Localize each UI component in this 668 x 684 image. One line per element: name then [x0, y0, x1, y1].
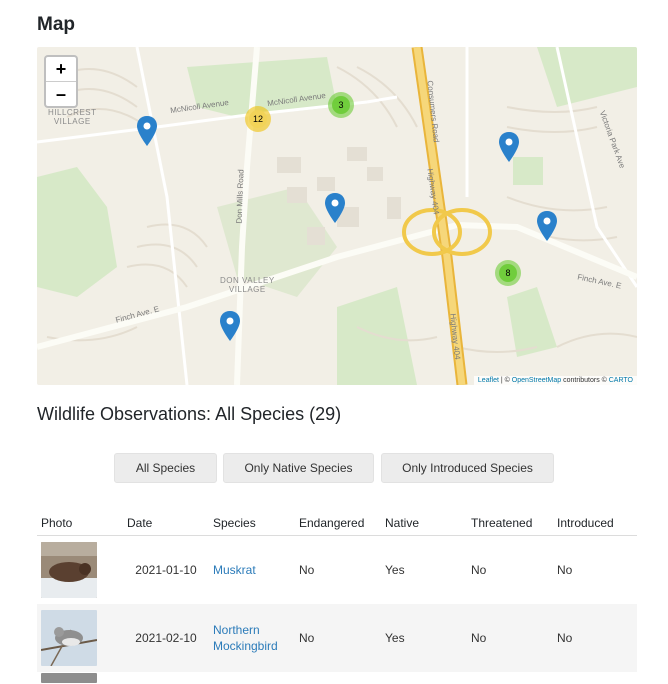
- column-header-endangered[interactable]: Endangered: [295, 511, 381, 536]
- map-attribution: Leaflet | © OpenStreetMap contributors ©…: [473, 376, 637, 385]
- photo-cell: [37, 604, 123, 672]
- native-cell: Yes: [381, 604, 467, 672]
- column-header-native[interactable]: Native: [381, 511, 467, 536]
- table-header-row: Photo Date Species Endangered Native Thr…: [37, 511, 637, 536]
- carto-link[interactable]: CARTO: [609, 377, 633, 384]
- zoom-out-button[interactable]: –: [46, 81, 76, 106]
- map-pin-icon[interactable]: [220, 311, 240, 341]
- table-row[interactable]: 2021-01-10 Muskrat No Yes No No: [37, 536, 637, 605]
- endangered-cell: No: [295, 604, 381, 672]
- all-species-button[interactable]: All Species: [114, 453, 217, 483]
- species-link[interactable]: Northern Mockingbird: [213, 623, 278, 653]
- map-container[interactable]: + – HILLCREST VILLAGE DON VALLEY VILLAGE…: [37, 47, 637, 385]
- map-pin-icon[interactable]: [137, 116, 157, 146]
- column-header-species[interactable]: Species: [209, 511, 295, 536]
- column-header-introduced[interactable]: Introduced: [553, 511, 637, 536]
- map-pin-icon[interactable]: [325, 193, 345, 223]
- mockingbird-photo[interactable]: [41, 610, 97, 666]
- place-label-hillcrest-village: HILLCREST VILLAGE: [48, 108, 97, 126]
- map-heading: Map: [37, 14, 75, 35]
- table-row[interactable]: 2021-02-10 Northern Mockingbird No Yes N…: [37, 604, 637, 672]
- column-header-date[interactable]: Date: [123, 511, 209, 536]
- species-link[interactable]: Muskrat: [213, 563, 256, 577]
- only-native-species-button[interactable]: Only Native Species: [223, 453, 374, 483]
- attribution-text: | ©: [498, 377, 512, 384]
- zoom-control: + –: [44, 55, 78, 108]
- threatened-cell: No: [471, 563, 487, 577]
- table-row[interactable]: [37, 672, 637, 684]
- endangered-cell: No: [299, 563, 315, 577]
- column-header-photo[interactable]: Photo: [37, 511, 123, 536]
- species-cell: Muskrat: [209, 536, 295, 605]
- date-cell: 2021-01-10: [135, 563, 197, 577]
- cluster-count: 8: [499, 264, 517, 282]
- muskrat-photo[interactable]: [41, 542, 97, 598]
- attribution-text: contributors ©: [561, 377, 609, 384]
- threatened-cell: No: [467, 604, 553, 672]
- street-label: Don Mills Road: [234, 169, 246, 224]
- map-pin-icon[interactable]: [537, 211, 557, 241]
- marker-cluster[interactable]: 8: [495, 260, 521, 286]
- cluster-count: 3: [332, 96, 350, 114]
- photo-cell: [37, 672, 123, 684]
- marker-cluster[interactable]: 12: [245, 106, 271, 132]
- native-cell: Yes: [385, 563, 405, 577]
- map-pin-icon[interactable]: [499, 132, 519, 162]
- only-introduced-species-button[interactable]: Only Introduced Species: [381, 453, 554, 483]
- column-header-threatened[interactable]: Threatened: [467, 511, 553, 536]
- openstreetmap-link[interactable]: OpenStreetMap: [512, 377, 561, 384]
- marker-cluster[interactable]: 3: [328, 92, 354, 118]
- introduced-cell: No: [553, 604, 637, 672]
- observations-heading: Wildlife Observations: All Species (29): [37, 404, 342, 424]
- leaflet-link[interactable]: Leaflet: [478, 377, 499, 384]
- introduced-cell: No: [557, 563, 573, 577]
- photo-cell: [37, 536, 123, 605]
- next-photo[interactable]: [41, 673, 97, 683]
- zoom-in-button[interactable]: +: [46, 57, 76, 81]
- species-cell: Northern Mockingbird: [209, 604, 295, 672]
- date-cell: 2021-02-10: [123, 604, 209, 672]
- cluster-count: 12: [249, 110, 267, 128]
- place-label-don-valley-village: DON VALLEY VILLAGE: [220, 276, 275, 294]
- observations-table: Photo Date Species Endangered Native Thr…: [37, 511, 637, 684]
